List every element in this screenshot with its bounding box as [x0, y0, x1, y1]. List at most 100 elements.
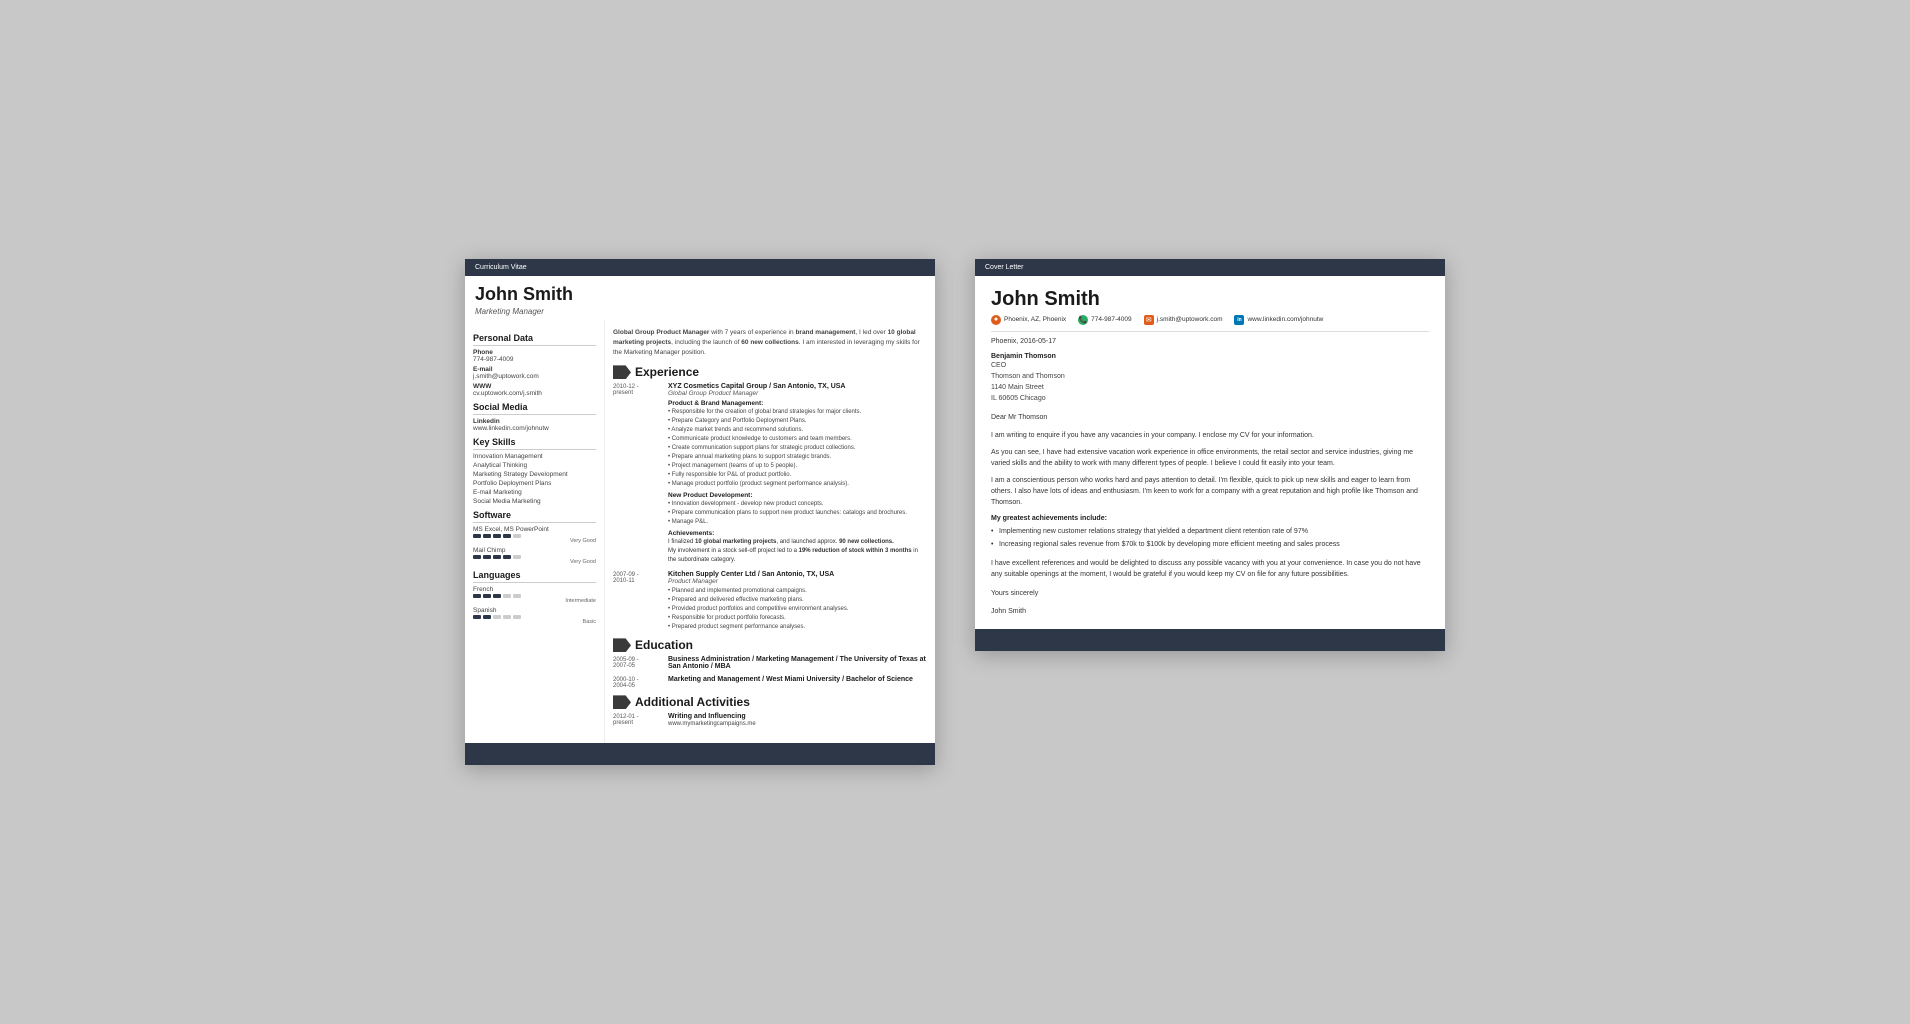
cv-name: John Smith [475, 284, 925, 306]
dot [513, 615, 521, 619]
cl-recipient-company: Thomson and Thomson [991, 371, 1429, 382]
phone-value: 774-987-4009 [473, 356, 596, 363]
cl-closing-para: I have excellent references and would be… [991, 558, 1429, 580]
education-section-header: Education [613, 638, 927, 652]
activities-section-header: Additional Activities [613, 695, 927, 709]
exp-desc-npd: • Innovation development - develop new p… [668, 500, 927, 527]
education-arrow [613, 638, 631, 652]
cl-greeting: Dear Mr Thomson [991, 412, 1429, 423]
cl-header-bar: Cover Letter [975, 259, 1445, 276]
exp-company-2: Kitchen Supply Center Ltd / San Antonio,… [668, 571, 927, 578]
cl-recipient-title: CEO [991, 360, 1429, 371]
exp-date-1: 2010-12 -present [613, 383, 668, 565]
software-title: Software [473, 510, 596, 523]
experience-title: Experience [635, 365, 699, 379]
linkedin-icon: in [1234, 315, 1244, 325]
cl-sign-off: Yours sincerely [991, 588, 1429, 599]
software-item-2: Mail Chimp [473, 547, 596, 554]
cv-subtitle: Marketing Manager [475, 307, 925, 316]
personal-data-title: Personal Data [473, 333, 596, 346]
list-item: E-mail Marketing [473, 489, 596, 496]
key-skills-list: Innovation Management Analytical Thinkin… [473, 453, 596, 505]
list-item: Social Media Marketing [473, 498, 596, 505]
software-list: MS Excel, MS PowerPoint Very Good Mail C… [473, 526, 596, 565]
cl-contact-row: ● Phoenix, AZ, Phoenix 📞 774-987-4009 ✉ … [991, 315, 1429, 325]
documents-wrapper: Curriculum Vitae John Smith Marketing Ma… [445, 239, 1465, 786]
cl-achievement-2: Increasing regional sales revenue from $… [991, 539, 1429, 550]
cl-name: John Smith [991, 288, 1429, 311]
dot [473, 555, 481, 559]
exp-company-1: XYZ Cosmetics Capital Group / San Antoni… [668, 383, 927, 390]
exp-date-2: 2007-09 -2010-11 [613, 571, 668, 632]
education-entry-2: 2000-10 -2004-05 Marketing and Managemen… [613, 676, 927, 689]
dot [503, 594, 511, 598]
cl-footer-button[interactable] [975, 629, 1095, 645]
dot [503, 534, 511, 538]
exp-achievement-text: I finalized 10 global marketing projects… [668, 538, 927, 565]
email-label: E-mail [473, 366, 596, 373]
cv-intro-text: Global Group Product Manager with 7 year… [613, 328, 927, 357]
dot [473, 594, 481, 598]
activity-entry-1: 2012-01 -present Writing and Influencing… [613, 713, 927, 729]
dot [493, 594, 501, 598]
cv-body: Personal Data Phone 774-987-4009 E-mail … [465, 320, 935, 743]
language-level-1: Intermediate [473, 598, 596, 604]
cl-date: Phoenix, 2016-05-17 [991, 338, 1429, 345]
activity-content-1: Writing and Influencing www.mymarketingc… [668, 713, 927, 729]
software-level-2: Very Good [473, 559, 596, 565]
cl-recipient-block: Benjamin Thomson CEO Thomson and Thomson… [991, 353, 1429, 405]
edu-content-2: Marketing and Management / West Miami Un… [668, 676, 927, 689]
edu-content-1: Business Administration / Marketing Mana… [668, 656, 927, 670]
list-item: Portfolio Deployment Plans [473, 480, 596, 487]
list-item: Innovation Management [473, 453, 596, 460]
dot [483, 555, 491, 559]
language-item-1: French [473, 586, 596, 593]
list-item: Analytical Thinking [473, 462, 596, 469]
dot [483, 534, 491, 538]
dot [493, 555, 501, 559]
cv-footer [465, 743, 935, 765]
cv-document: Curriculum Vitae John Smith Marketing Ma… [465, 259, 935, 766]
cl-recipient-address: 1140 Main Street [991, 382, 1429, 393]
exp-subsection-brand: Product & Brand Management: [668, 400, 927, 407]
cv-sidebar: Personal Data Phone 774-987-4009 E-mail … [465, 320, 605, 743]
exp-subsection-npd: New Product Development: [668, 492, 927, 499]
social-media-title: Social Media [473, 402, 596, 415]
education-title: Education [635, 638, 693, 652]
exp-content-1: XYZ Cosmetics Capital Group / San Antoni… [668, 383, 927, 565]
cv-header-bar: Curriculum Vitae [465, 259, 935, 276]
software-level-1: Very Good [473, 538, 596, 544]
cl-phone: 📞 774-987-4009 [1078, 315, 1131, 325]
cl-email-text: j.smith@uptowork.com [1157, 316, 1223, 323]
edu-date-1: 2005-09 -2007-05 [613, 656, 668, 670]
dot [493, 615, 501, 619]
software-item-1: MS Excel, MS PowerPoint [473, 526, 596, 533]
experience-section-header: Experience [613, 365, 927, 379]
key-skills-title: Key Skills [473, 437, 596, 450]
cl-linkedin-text: www.linkedin.com/johnutw [1247, 316, 1323, 323]
cl-para-3: I am a conscientious person who works ha… [991, 475, 1429, 509]
cv-footer-button[interactable] [640, 746, 760, 762]
dot [503, 615, 511, 619]
dot [473, 615, 481, 619]
cl-location: ● Phoenix, AZ, Phoenix [991, 315, 1066, 325]
edu-degree-1: Business Administration / Marketing Mana… [668, 656, 927, 670]
exp-desc-brand: • Responsible for the creation of global… [668, 408, 927, 489]
cl-linkedin: in www.linkedin.com/johnutw [1234, 315, 1323, 325]
cv-main-content: Global Group Product Manager with 7 year… [605, 320, 935, 743]
dot [483, 594, 491, 598]
cl-recipient-name: Benjamin Thomson [991, 353, 1429, 360]
activity-title-1: Writing and Influencing [668, 713, 927, 720]
list-item: Marketing Strategy Development [473, 471, 596, 478]
email-icon: ✉ [1144, 315, 1154, 325]
phone-icon: 📞 [1078, 315, 1088, 325]
activity-detail-1: www.mymarketingcampaigns.me [668, 720, 927, 729]
experience-entry-1: 2010-12 -present XYZ Cosmetics Capital G… [613, 383, 927, 565]
location-icon: ● [991, 315, 1001, 325]
edu-date-2: 2000-10 -2004-05 [613, 676, 668, 689]
cl-phone-text: 774-987-4009 [1091, 316, 1131, 323]
experience-entry-2: 2007-09 -2010-11 Kitchen Supply Center L… [613, 571, 927, 632]
www-label: WWW [473, 383, 596, 390]
edu-degree-2: Marketing and Management / West Miami Un… [668, 676, 927, 683]
cl-email: ✉ j.smith@uptowork.com [1144, 315, 1223, 325]
